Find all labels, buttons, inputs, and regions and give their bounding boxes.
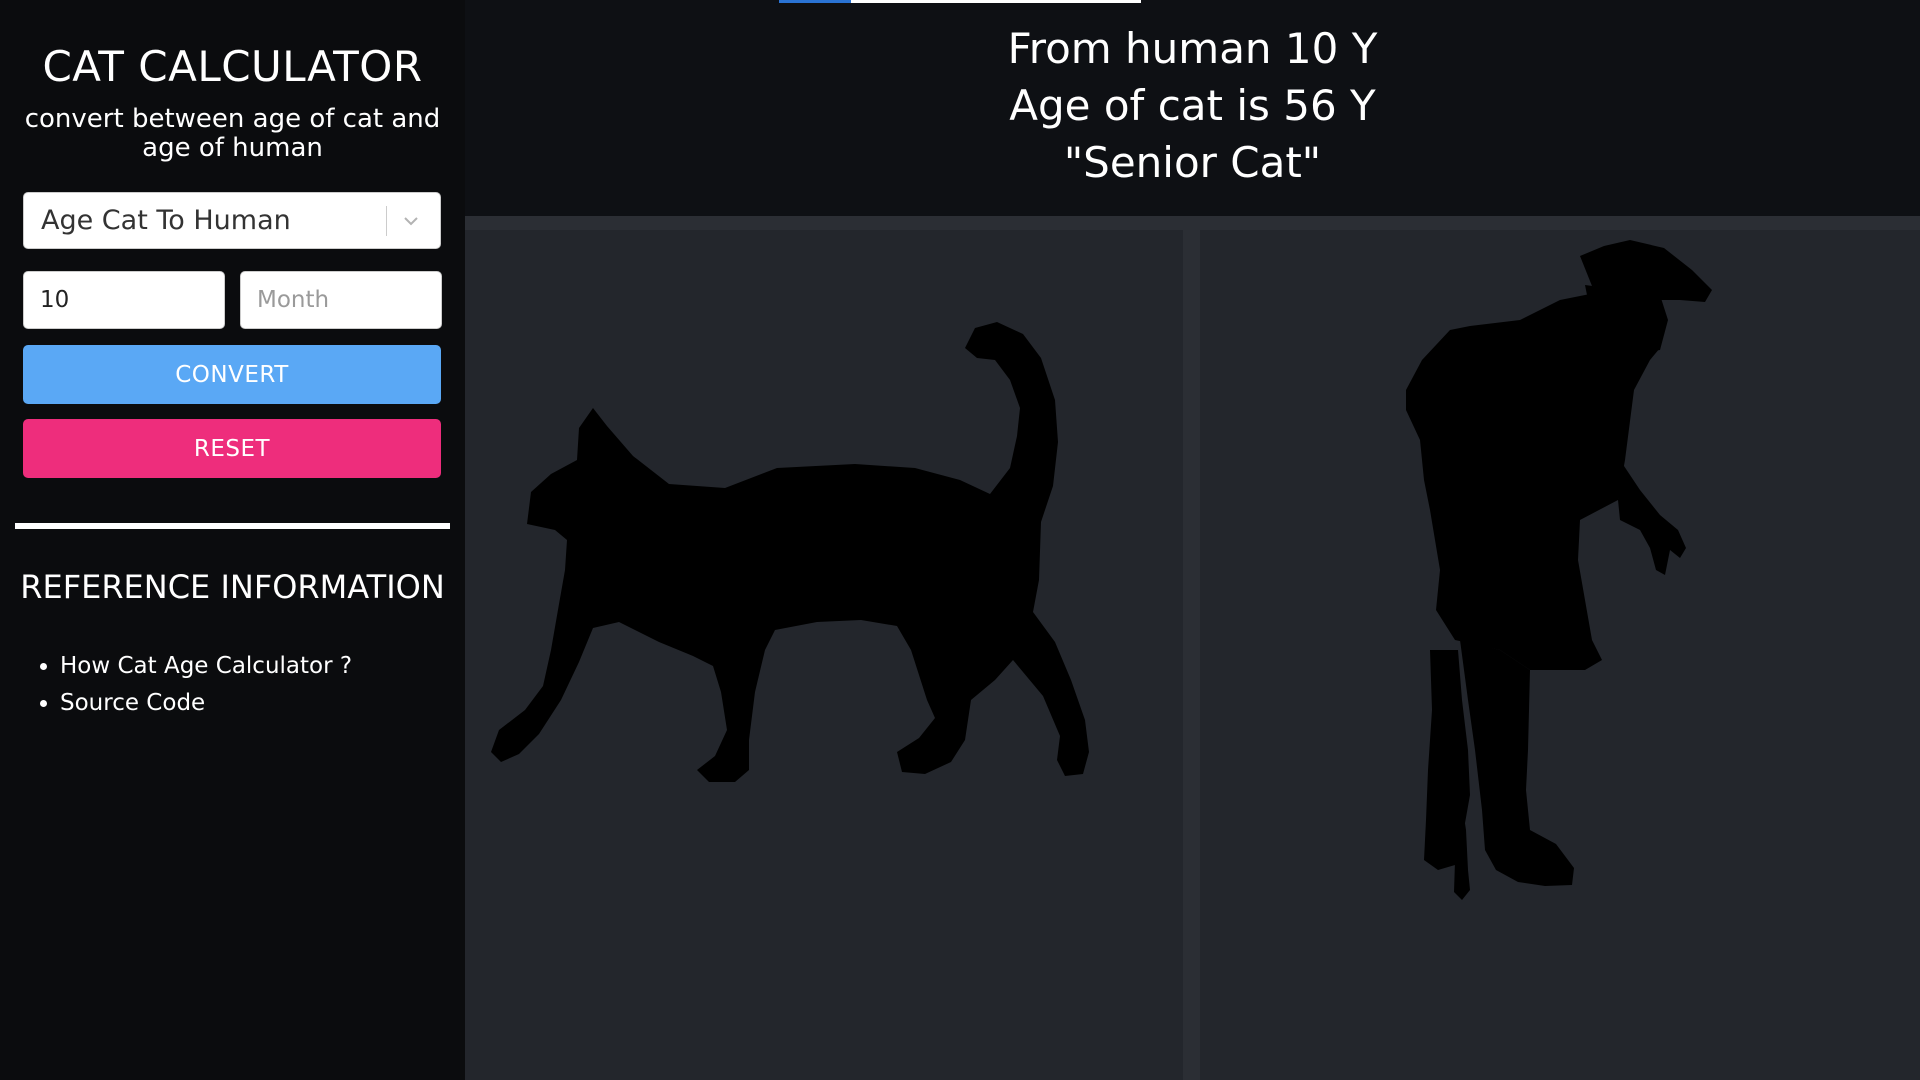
app-subtitle: convert between age of cat and age of hu… <box>24 104 441 163</box>
app-title: CAT CALCULATOR <box>42 42 423 91</box>
reset-button[interactable]: RESET <box>23 419 441 478</box>
cat-calculator-app: CAT CALCULATOR convert between age of ca… <box>0 0 1920 1080</box>
conversion-mode-value: Age Cat To Human <box>41 205 291 236</box>
sidebar: CAT CALCULATOR convert between age of ca… <box>0 0 465 1080</box>
reference-link-label: Source Code <box>60 690 206 716</box>
convert-button[interactable]: CONVERT <box>23 345 441 404</box>
reference-links: How Cat Age Calculator ? Source Code <box>40 648 353 722</box>
chevron-down-icon[interactable] <box>396 206 426 236</box>
result-line-source: From human 10 Y <box>1007 24 1378 73</box>
sidebar-divider <box>15 523 450 529</box>
years-input[interactable] <box>23 271 225 329</box>
result-line-category: "Senior Cat" <box>1063 138 1322 187</box>
progress-bar <box>779 0 1141 3</box>
months-input[interactable] <box>240 271 442 329</box>
bullet-icon <box>40 663 47 670</box>
reference-link-label: How Cat Age Calculator ? <box>60 653 353 679</box>
elderly-human-silhouette-icon <box>1406 240 1712 900</box>
reference-title: REFERENCE INFORMATION <box>20 568 445 606</box>
cat-silhouette-icon <box>491 322 1089 782</box>
main-area: From human 10 Y Age of cat is 56 Y "Seni… <box>465 0 1920 1080</box>
select-separator <box>386 206 387 236</box>
reference-link-source-code[interactable]: Source Code <box>40 685 352 722</box>
result-line-age: Age of cat is 56 Y <box>1009 81 1376 130</box>
human-image-panel <box>1200 230 1920 1080</box>
progress-fill <box>779 0 852 3</box>
conversion-mode-select[interactable]: Age Cat To Human <box>23 192 441 249</box>
cat-image-panel <box>465 230 1183 1080</box>
result-text: From human 10 Y Age of cat is 56 Y "Seni… <box>465 20 1920 191</box>
bullet-icon <box>40 700 47 707</box>
reference-link-how-calculator[interactable]: How Cat Age Calculator ? <box>40 648 353 685</box>
illustration-panels <box>465 216 1920 1080</box>
